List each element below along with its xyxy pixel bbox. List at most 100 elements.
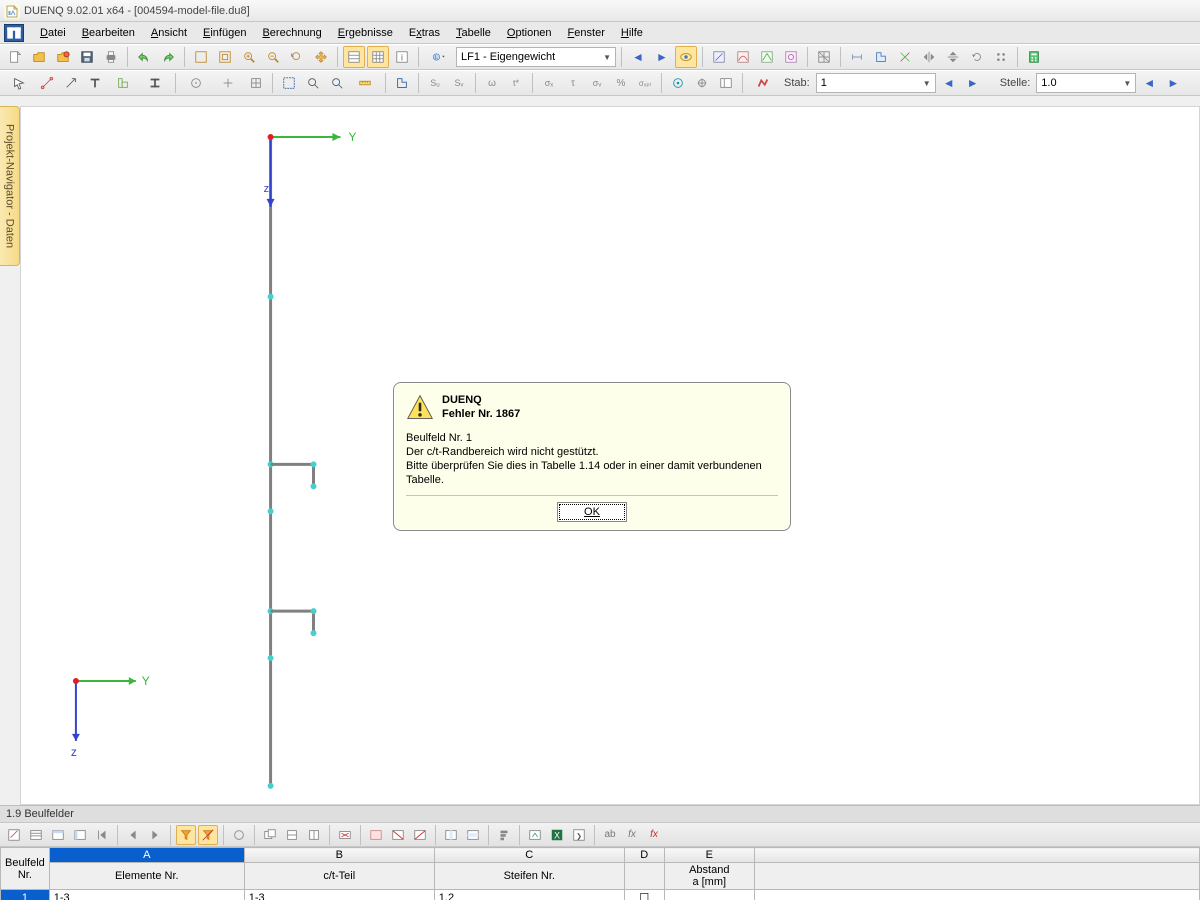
profile-tool-icon[interactable] <box>108 72 138 94</box>
stress-omega-icon[interactable]: ω <box>481 72 503 94</box>
zoom-in-icon[interactable] <box>238 46 260 68</box>
bt-sort-icon[interactable] <box>494 825 514 845</box>
open-file-icon[interactable] <box>28 46 50 68</box>
menu-einfuegen[interactable]: Einfügen <box>195 27 254 39</box>
table-row[interactable]: 1 1-3 1-3 1,2 ☐ <box>1 890 1200 900</box>
stress-su-icon[interactable]: Sᵤ <box>424 72 446 94</box>
prev-blue-icon[interactable]: ◄ <box>627 46 649 68</box>
close-file-icon[interactable] <box>52 46 74 68</box>
tau-icon[interactable]: τ <box>562 72 584 94</box>
loadcase-combo[interactable]: LF1 - Eigengewicht ▼ <box>456 47 616 67</box>
stab-combo[interactable]: 1 ▼ <box>816 73 936 93</box>
bt-clear2-icon[interactable] <box>388 825 408 845</box>
bt-prev-icon[interactable] <box>123 825 143 845</box>
pan-icon[interactable] <box>310 46 332 68</box>
bt-fx1-icon[interactable]: fx <box>622 825 642 845</box>
grid-col-B[interactable]: B <box>244 848 434 863</box>
zoom-tool1-icon[interactable] <box>302 72 324 94</box>
bt-field-icon[interactable]: ab <box>600 825 620 845</box>
grid-col-C[interactable]: C <box>434 848 624 863</box>
bt-exportgrid-icon[interactable] <box>525 825 545 845</box>
ok-button[interactable]: OK <box>557 502 627 522</box>
stelle-next-icon[interactable]: ► <box>1162 72 1184 94</box>
data-grid[interactable]: Beulfeld Nr. A B C D E Elemente Nr. c/t-… <box>0 847 1200 900</box>
menu-extras[interactable]: Extras <box>401 27 448 39</box>
menu-optionen[interactable]: Optionen <box>499 27 560 39</box>
print-icon[interactable] <box>100 46 122 68</box>
redo-icon[interactable] <box>157 46 179 68</box>
bt-list2-icon[interactable] <box>48 825 68 845</box>
zoom-prev-icon[interactable] <box>286 46 308 68</box>
stab-next-icon[interactable]: ► <box>962 72 984 94</box>
grid-col-E[interactable]: E <box>664 848 754 863</box>
stelle-prev-icon[interactable]: ◄ <box>1138 72 1160 94</box>
row-elements[interactable]: 1-3 <box>49 890 244 900</box>
ibeam-tool-icon[interactable] <box>140 72 170 94</box>
bt-first-icon[interactable] <box>92 825 112 845</box>
percent-icon[interactable]: % <box>610 72 632 94</box>
bt-filter2-icon[interactable] <box>198 825 218 845</box>
results-moment-icon[interactable] <box>732 46 754 68</box>
dimension-icon[interactable] <box>846 46 868 68</box>
menu-ansicht[interactable]: Ansicht <box>143 27 195 39</box>
bt-next-icon[interactable] <box>145 825 165 845</box>
toggle-grid-icon[interactable] <box>367 46 389 68</box>
bt-dup1-icon[interactable] <box>260 825 280 845</box>
sigma-x-icon[interactable]: σₓ <box>538 72 560 94</box>
ortho-icon[interactable] <box>213 72 243 94</box>
grid-snap-icon[interactable] <box>245 72 267 94</box>
menu-berechnung[interactable]: Berechnung <box>254 27 329 39</box>
grid-col-D[interactable]: D <box>624 848 664 863</box>
section-props-icon[interactable] <box>870 46 892 68</box>
bt-clear1-icon[interactable] <box>366 825 386 845</box>
bt-list1-icon[interactable] <box>26 825 46 845</box>
calculate-icon[interactable] <box>1023 46 1045 68</box>
select-all-icon[interactable] <box>278 72 300 94</box>
bt-fx2-icon[interactable]: fx <box>644 825 664 845</box>
save-icon[interactable] <box>76 46 98 68</box>
menu-fenster[interactable]: Fenster <box>560 27 613 39</box>
mirror-v-icon[interactable] <box>942 46 964 68</box>
axis-toggle-icon[interactable] <box>894 46 916 68</box>
row-checkbox[interactable]: ☐ <box>624 890 664 900</box>
measure-icon[interactable] <box>350 72 380 94</box>
bt-dup2-icon[interactable] <box>282 825 302 845</box>
bt-col1-icon[interactable] <box>441 825 461 845</box>
bt-csv-icon[interactable]: ❯ <box>569 825 589 845</box>
eye-icon[interactable] <box>675 46 697 68</box>
section-list-icon[interactable] <box>715 72 737 94</box>
undo-icon[interactable] <box>133 46 155 68</box>
menu-tabelle[interactable]: Tabelle <box>448 27 499 39</box>
mirror-h-icon[interactable] <box>918 46 940 68</box>
snap-icon[interactable] <box>181 72 211 94</box>
menu-bearbeiten[interactable]: Bearbeiten <box>74 27 143 39</box>
centroid-icon[interactable] <box>691 72 713 94</box>
sigma-v-icon[interactable]: σᵥ <box>586 72 608 94</box>
stress-stat-icon[interactable]: t* <box>505 72 527 94</box>
zoom-extents-icon[interactable] <box>190 46 212 68</box>
row-steifen[interactable]: 1,2 <box>434 890 624 900</box>
bt-list3-icon[interactable] <box>70 825 90 845</box>
select-mode-icon[interactable] <box>4 72 34 94</box>
zoom-tool2-icon[interactable] <box>326 72 348 94</box>
line-tool-icon[interactable] <box>36 72 58 94</box>
new-file-icon[interactable] <box>4 46 26 68</box>
toggle-data-icon[interactable] <box>343 46 365 68</box>
zoom-window-icon[interactable] <box>214 46 236 68</box>
bt-excel-icon[interactable]: X <box>547 825 567 845</box>
bt-col2-icon[interactable] <box>463 825 483 845</box>
section-view-icon[interactable] <box>391 72 413 94</box>
bt-delrow-icon[interactable] <box>335 825 355 845</box>
move-tool-icon[interactable] <box>60 72 82 94</box>
fe-mesh-icon[interactable] <box>813 46 835 68</box>
results-axial-icon[interactable] <box>708 46 730 68</box>
menu-datei[interactable]: Datei <box>32 27 74 39</box>
bt-clear3-icon[interactable] <box>410 825 430 845</box>
loadcase-type-icon[interactable]: L <box>424 46 454 68</box>
bt-select-icon[interactable] <box>229 825 249 845</box>
menu-ergebnisse[interactable]: Ergebnisse <box>330 27 401 39</box>
rotate-icon[interactable] <box>966 46 988 68</box>
circle-target-icon[interactable] <box>667 72 689 94</box>
results-stress-icon[interactable] <box>780 46 802 68</box>
stab-prev-icon[interactable]: ◄ <box>938 72 960 94</box>
